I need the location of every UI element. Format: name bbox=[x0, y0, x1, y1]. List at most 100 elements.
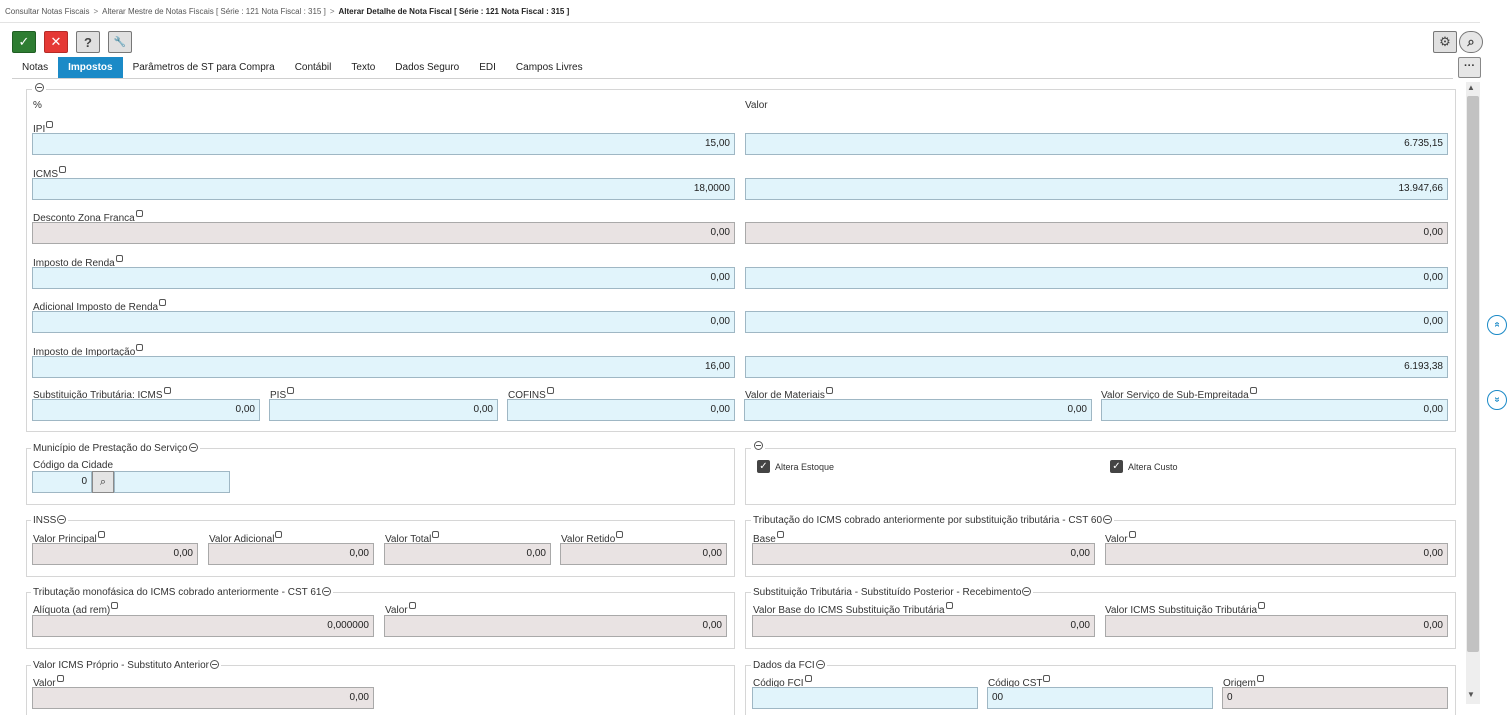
tab-impostos[interactable]: Impostos bbox=[58, 57, 123, 78]
copy-icon[interactable] bbox=[1258, 602, 1266, 609]
altera-custo-checkbox[interactable]: ✓ bbox=[1110, 460, 1123, 473]
copy-icon[interactable] bbox=[163, 387, 171, 394]
flags-panel bbox=[745, 448, 1456, 505]
scroll-up-arrow[interactable]: ▲ bbox=[1467, 83, 1475, 92]
st-posterior-base-label: Valor Base do ICMS Substituição Tributár… bbox=[753, 602, 953, 616]
breadcrumb: Consultar Notas Fiscais > Alterar Mestre d… bbox=[5, 7, 569, 16]
icms-proprio-valor-input: 0,00 bbox=[32, 687, 374, 709]
tab-contabil[interactable]: Contábil bbox=[285, 57, 342, 78]
origem-input: 0 bbox=[1222, 687, 1448, 709]
collapse-icon[interactable] bbox=[57, 515, 67, 524]
copy-icon[interactable] bbox=[136, 344, 144, 351]
copy-icon[interactable] bbox=[56, 675, 64, 682]
copy-icon[interactable] bbox=[1128, 531, 1136, 538]
adicional-ir-valor-input[interactable]: 0,00 bbox=[745, 311, 1448, 333]
tab-parametros-st[interactable]: Parâmetros de ST para Compra bbox=[123, 57, 285, 78]
copy-icon[interactable] bbox=[776, 531, 784, 538]
impostos-collapse[interactable] bbox=[32, 83, 46, 94]
cst60-valor-input: 0,00 bbox=[1105, 543, 1448, 565]
st-posterior-valor-label: Valor ICMS Substituição Tributária bbox=[1105, 602, 1266, 616]
copy-icon[interactable] bbox=[616, 531, 624, 538]
cidade-search-button[interactable]: ⌕ bbox=[92, 471, 114, 493]
confirm-button[interactable]: ✓ bbox=[12, 31, 36, 53]
cst60-legend: Tributação do ICMS cobrado anteriormente… bbox=[751, 515, 1115, 526]
copy-icon[interactable] bbox=[432, 531, 440, 538]
collapse-icon[interactable] bbox=[815, 660, 825, 669]
imposto-renda-valor-input[interactable]: 0,00 bbox=[745, 267, 1448, 289]
cidade-descricao-input[interactable] bbox=[114, 471, 230, 493]
copy-icon[interactable] bbox=[275, 531, 283, 538]
st-posterior-base-input: 0,00 bbox=[752, 615, 1095, 637]
altera-custo-label: Altera Custo bbox=[1128, 462, 1178, 472]
st-icms-input[interactable]: 0,00 bbox=[32, 399, 260, 421]
inss-total-input: 0,00 bbox=[384, 543, 551, 565]
breadcrumb-item-consultar[interactable]: Consultar Notas Fiscais bbox=[5, 7, 89, 16]
inss-principal-input: 0,00 bbox=[32, 543, 198, 565]
copy-icon[interactable] bbox=[46, 121, 54, 128]
search-button[interactable]: ⌕ bbox=[1459, 31, 1483, 53]
imposto-renda-pct-input[interactable]: 0,00 bbox=[32, 267, 735, 289]
flags-collapse[interactable] bbox=[751, 441, 765, 452]
cst61-valor-label: Valor bbox=[385, 602, 416, 616]
copy-icon[interactable] bbox=[804, 675, 812, 682]
tab-edi[interactable]: EDI bbox=[469, 57, 506, 78]
more-options-button[interactable]: ··· bbox=[1458, 57, 1481, 78]
settings-button[interactable]: ⚙ bbox=[1433, 31, 1457, 53]
copy-icon[interactable] bbox=[97, 531, 105, 538]
ipi-valor-input[interactable]: 6.735,15 bbox=[745, 133, 1448, 155]
collapse-icon[interactable] bbox=[188, 443, 198, 452]
imposto-importacao-pct-input[interactable]: 16,00 bbox=[32, 356, 735, 378]
cancel-button[interactable]: ✕ bbox=[44, 31, 68, 53]
valor-materiais-input[interactable]: 0,00 bbox=[744, 399, 1092, 421]
copy-icon[interactable] bbox=[287, 387, 295, 394]
copy-icon[interactable] bbox=[115, 255, 123, 262]
valor-servico-input[interactable]: 0,00 bbox=[1101, 399, 1448, 421]
collapse-icon[interactable] bbox=[1022, 587, 1032, 596]
icms-pct-input[interactable]: 18,0000 bbox=[32, 178, 735, 200]
scroll-bottom-button[interactable]: » bbox=[1487, 390, 1507, 410]
codigo-cidade-label: Código da Cidade bbox=[33, 460, 114, 471]
tab-campos-livres[interactable]: Campos Livres bbox=[506, 57, 593, 78]
icms-valor-input[interactable]: 13.947,66 bbox=[745, 178, 1448, 200]
scrollbar-thumb[interactable] bbox=[1467, 96, 1479, 652]
copy-icon[interactable] bbox=[59, 166, 66, 173]
cst61-valor-input: 0,00 bbox=[384, 615, 727, 637]
cofins-input[interactable]: 0,00 bbox=[507, 399, 735, 421]
inss-adicional-input: 0,00 bbox=[208, 543, 374, 565]
ipi-pct-input[interactable]: 15,00 bbox=[32, 133, 735, 155]
copy-icon[interactable] bbox=[1256, 675, 1264, 682]
copy-icon[interactable] bbox=[945, 602, 953, 609]
scroll-top-button[interactable]: » bbox=[1487, 315, 1507, 335]
scroll-down-arrow[interactable]: ▼ bbox=[1467, 690, 1475, 699]
collapse-icon[interactable] bbox=[1103, 515, 1113, 524]
collapse-icon[interactable] bbox=[210, 660, 219, 669]
copy-icon[interactable] bbox=[1043, 675, 1051, 682]
copy-icon[interactable] bbox=[1249, 387, 1257, 394]
copy-icon[interactable] bbox=[408, 602, 416, 609]
pis-input[interactable]: 0,00 bbox=[269, 399, 498, 421]
copy-icon[interactable] bbox=[825, 387, 833, 394]
tab-texto[interactable]: Texto bbox=[341, 57, 385, 78]
adicional-ir-pct-input[interactable]: 0,00 bbox=[32, 311, 735, 333]
desconto-zona-franca-valor: 0,00 bbox=[745, 222, 1448, 244]
altera-estoque-checkbox[interactable]: ✓ bbox=[757, 460, 770, 473]
st-posterior-valor-input: 0,00 bbox=[1105, 615, 1448, 637]
cst61-aliquota-label: Alíquota (ad rem) bbox=[33, 602, 119, 616]
tab-notas[interactable]: Notas bbox=[12, 57, 58, 78]
copy-icon[interactable] bbox=[111, 602, 119, 609]
copy-icon[interactable] bbox=[135, 210, 143, 217]
breadcrumb-item-mestre[interactable]: Alterar Mestre de Notas Fiscais [ Série … bbox=[102, 7, 326, 16]
wrench-button[interactable]: 🔧 bbox=[108, 31, 132, 53]
cst61-legend: Tributação monofásica do ICMS cobrado an… bbox=[31, 587, 334, 598]
codigo-fci-input[interactable] bbox=[752, 687, 978, 709]
codigo-cidade-input[interactable]: 0 bbox=[32, 471, 92, 493]
copy-icon[interactable] bbox=[546, 387, 554, 394]
imposto-importacao-valor-input[interactable]: 6.193,38 bbox=[745, 356, 1448, 378]
search-icon: ⌕ bbox=[99, 476, 107, 488]
codigo-cst-input[interactable]: 00 bbox=[987, 687, 1213, 709]
help-button[interactable]: ? bbox=[76, 31, 100, 53]
collapse-icon[interactable] bbox=[322, 587, 332, 596]
copy-icon[interactable] bbox=[159, 299, 167, 306]
tab-dados-seguro[interactable]: Dados Seguro bbox=[385, 57, 469, 78]
breadcrumb-sep: > bbox=[329, 7, 335, 16]
